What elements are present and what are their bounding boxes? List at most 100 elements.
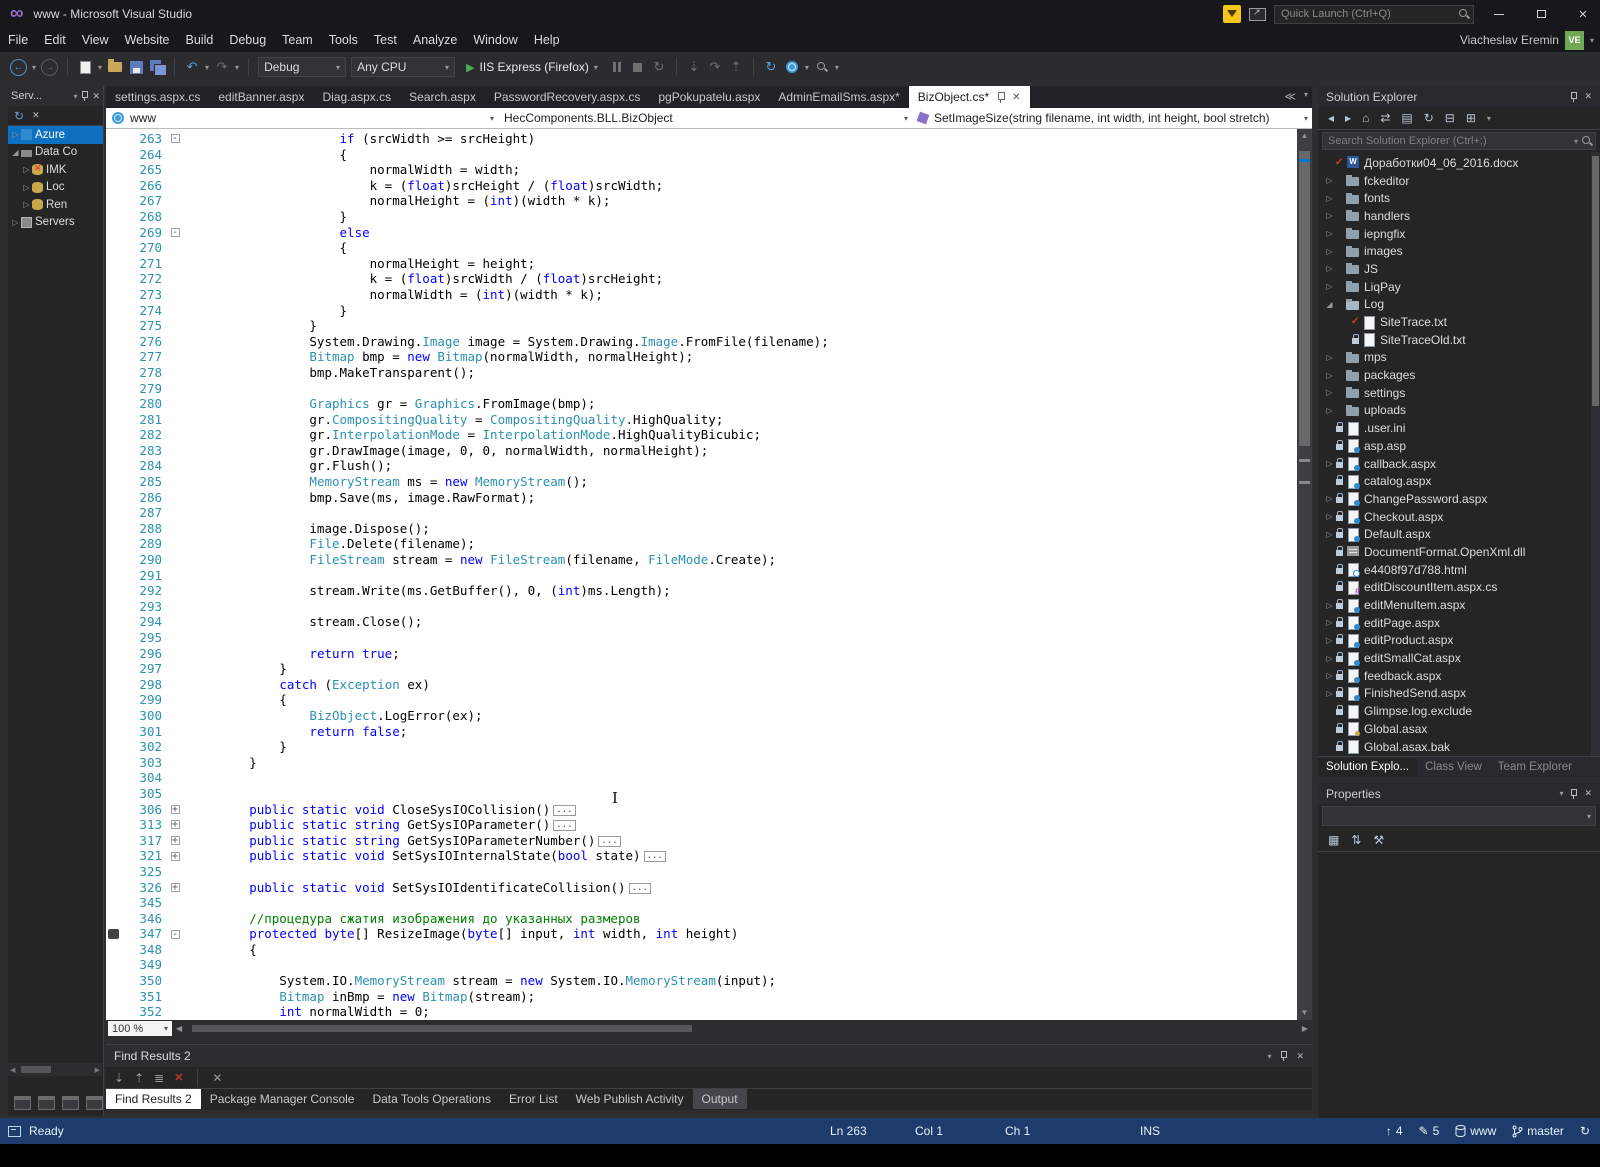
code-line[interactable]: 298 catch (Exception ex): [106, 677, 1297, 693]
fold-margin[interactable]: +: [166, 817, 184, 833]
solution-item-log[interactable]: ◢ Log: [1318, 296, 1600, 314]
maximize-button[interactable]: [1524, 2, 1558, 26]
home-icon[interactable]: ⌂: [1362, 111, 1369, 125]
code-line[interactable]: 264 {: [106, 147, 1297, 163]
pending-changes-filter-icon[interactable]: ▤: [1401, 111, 1412, 125]
solution-item-glimpse-log-exclude[interactable]: Glimpse.log.exclude: [1318, 702, 1600, 720]
code-line[interactable]: 301 return false;: [106, 724, 1297, 740]
solution-item-user-ini[interactable]: .user.ini: [1318, 419, 1600, 437]
chevron-down-icon[interactable]: ▾: [1559, 789, 1563, 798]
pending-edits-button[interactable]: ✎ 5: [1419, 1124, 1440, 1138]
switch-views-icon[interactable]: ⇄: [1380, 111, 1390, 125]
code-line[interactable]: 326 + public static void SetSysIOIdentifi…: [106, 880, 1297, 896]
code-line[interactable]: 277 Bitmap bmp = new Bitmap(normalWidth,…: [106, 349, 1297, 365]
scrollbar-thumb[interactable]: [21, 1066, 52, 1073]
menu-item-file[interactable]: File: [0, 29, 36, 51]
close-icon[interactable]: ✕: [1584, 788, 1592, 799]
scrollbar-thumb[interactable]: [1299, 151, 1310, 446]
solution-item-js[interactable]: ▷ JS: [1318, 260, 1600, 278]
code-line[interactable]: 274 }: [106, 303, 1297, 319]
code-line[interactable]: 294 stream.Close();: [106, 614, 1297, 630]
configuration-select[interactable]: Debug ▾: [258, 57, 347, 77]
fold-expand-icon[interactable]: +: [170, 820, 180, 830]
code-line[interactable]: 321 + public static void SetSysIOInternal…: [106, 848, 1297, 864]
scroll-up-icon[interactable]: ▲: [1297, 129, 1312, 143]
solution-item-fckeditor[interactable]: ▷ fckeditor: [1318, 172, 1600, 190]
code-line[interactable]: 346 //процедура сжатия изображения до ук…: [106, 911, 1297, 927]
expand-arrow-icon[interactable]: ▷: [1324, 229, 1335, 238]
undo-button[interactable]: ↶: [184, 57, 200, 77]
tab-passwordrecovery-aspx-cs[interactable]: PasswordRecovery.aspx.cs: [485, 86, 650, 108]
expand-arrow-icon[interactable]: ▷: [1324, 636, 1335, 645]
fold-margin[interactable]: -: [166, 131, 184, 147]
forward-icon[interactable]: ▸: [1345, 111, 1351, 125]
solution-item-handlers[interactable]: ▷ handlers: [1318, 207, 1600, 225]
code-line[interactable]: 304: [106, 770, 1297, 786]
code-line[interactable]: 300 BizObject.LogError(ex);: [106, 708, 1297, 724]
fold-collapse-icon[interactable]: -: [170, 227, 180, 237]
scroll-left-icon[interactable]: ◀: [172, 1024, 186, 1033]
code-line[interactable]: 267 normalHeight = (int)(width * k);: [106, 193, 1297, 209]
code-line[interactable]: 282 gr.InterpolationMode = Interpolation…: [106, 427, 1297, 443]
find-dropdown-icon[interactable]: ▾: [835, 63, 839, 72]
fold-expand-icon[interactable]: +: [170, 804, 180, 814]
code-line[interactable]: 292 stream.Write(ms.GetBuffer(), 0, (int…: [106, 583, 1297, 599]
member-dropdown[interactable]: SetImageSize(string filename, int width,…: [912, 108, 1312, 128]
open-file-button[interactable]: [107, 57, 123, 77]
solution-search-input[interactable]: [1322, 132, 1596, 150]
code-line[interactable]: 293: [106, 599, 1297, 615]
code-line[interactable]: 302 }: [106, 739, 1297, 755]
browser-icon[interactable]: [784, 57, 800, 77]
code-line[interactable]: 347- protected byte[] ResizeImage(byte[]…: [106, 926, 1297, 942]
tab-output[interactable]: Output: [692, 1089, 747, 1109]
code-line[interactable]: 280 Graphics gr = Graphics.FromImage(bmp…: [106, 396, 1297, 412]
solution-item-sitetrace-txt[interactable]: ✓ SiteTrace.txt: [1318, 313, 1600, 331]
chevron-down-icon[interactable]: ▾: [1487, 114, 1491, 123]
solution-item-editsmallcat-aspx[interactable]: ▷ editSmallCat.aspx: [1318, 649, 1600, 667]
scroll-down-icon[interactable]: ▼: [1297, 1006, 1312, 1020]
tool-window-icon[interactable]: [14, 1096, 31, 1110]
expand-arrow-icon[interactable]: ▷: [1324, 388, 1335, 397]
categorized-icon[interactable]: ▦: [1328, 833, 1339, 847]
code-line[interactable]: 289 File.Delete(filename);: [106, 536, 1297, 552]
code-line[interactable]: 305: [106, 786, 1297, 802]
code-line[interactable]: 317 + public static string GetSysIOParame…: [106, 833, 1297, 849]
fold-margin[interactable]: +: [166, 848, 184, 864]
solution-item-global-asax[interactable]: Global.asax: [1318, 720, 1600, 738]
close-button[interactable]: ✕: [1566, 2, 1600, 26]
fold-expand-icon[interactable]: +: [170, 882, 180, 892]
code-line[interactable]: 276 System.Drawing.Image image = System.…: [106, 334, 1297, 350]
server-explorer-hscrollbar[interactable]: ◀ ▶: [8, 1063, 102, 1076]
expand-arrow-icon[interactable]: ▷: [1324, 689, 1335, 698]
collapsed-region-icon[interactable]: ...: [643, 851, 666, 863]
redo-button[interactable]: ↷: [214, 57, 230, 77]
code-line[interactable]: 273 normalWidth = (int)(width * k);: [106, 287, 1297, 303]
properties-icon[interactable]: ⊞: [1466, 111, 1476, 125]
start-debug-button[interactable]: ▶ IIS Express (Firefox) ▾: [460, 56, 604, 78]
expand-arrow-icon[interactable]: ▷: [1324, 371, 1335, 380]
expand-arrow-icon[interactable]: ◢: [1324, 300, 1335, 309]
zoom-select[interactable]: 100 % ▾: [108, 1021, 172, 1036]
property-pages-icon[interactable]: ⚒: [1373, 833, 1384, 847]
expand-arrow-icon[interactable]: ▷: [10, 218, 21, 227]
properties-object-select[interactable]: ▾: [1322, 806, 1596, 826]
undo-dropdown-icon[interactable]: ▾: [205, 63, 209, 72]
menu-item-analyze[interactable]: Analyze: [405, 29, 465, 51]
chevron-down-icon[interactable]: ▾: [1267, 1052, 1271, 1061]
solution-item-finishedsend-aspx[interactable]: ▷ FinishedSend.aspx: [1318, 685, 1600, 703]
code-line[interactable]: 345: [106, 895, 1297, 911]
solution-item-editmenuitem-aspx[interactable]: ▷ editMenuItem.aspx: [1318, 596, 1600, 614]
solution-item-feedback-aspx[interactable]: ▷ feedback.aspx: [1318, 667, 1600, 685]
fold-margin[interactable]: -: [166, 225, 184, 241]
expand-arrow-icon[interactable]: ▷: [1324, 530, 1335, 539]
code-line[interactable]: 278 bmp.MakeTransparent();: [106, 365, 1297, 381]
fold-margin[interactable]: +: [166, 833, 184, 849]
menu-item-help[interactable]: Help: [526, 29, 568, 51]
save-button[interactable]: [128, 57, 144, 77]
code-line[interactable]: 348 {: [106, 942, 1297, 958]
pause-button[interactable]: [609, 57, 625, 77]
code-line[interactable]: 279: [106, 381, 1297, 397]
server-item-data-co[interactable]: ◢ Data Co: [8, 144, 103, 162]
solution-item-checkout-aspx[interactable]: ▷ Checkout.aspx: [1318, 508, 1600, 526]
stop-button[interactable]: [630, 57, 646, 77]
